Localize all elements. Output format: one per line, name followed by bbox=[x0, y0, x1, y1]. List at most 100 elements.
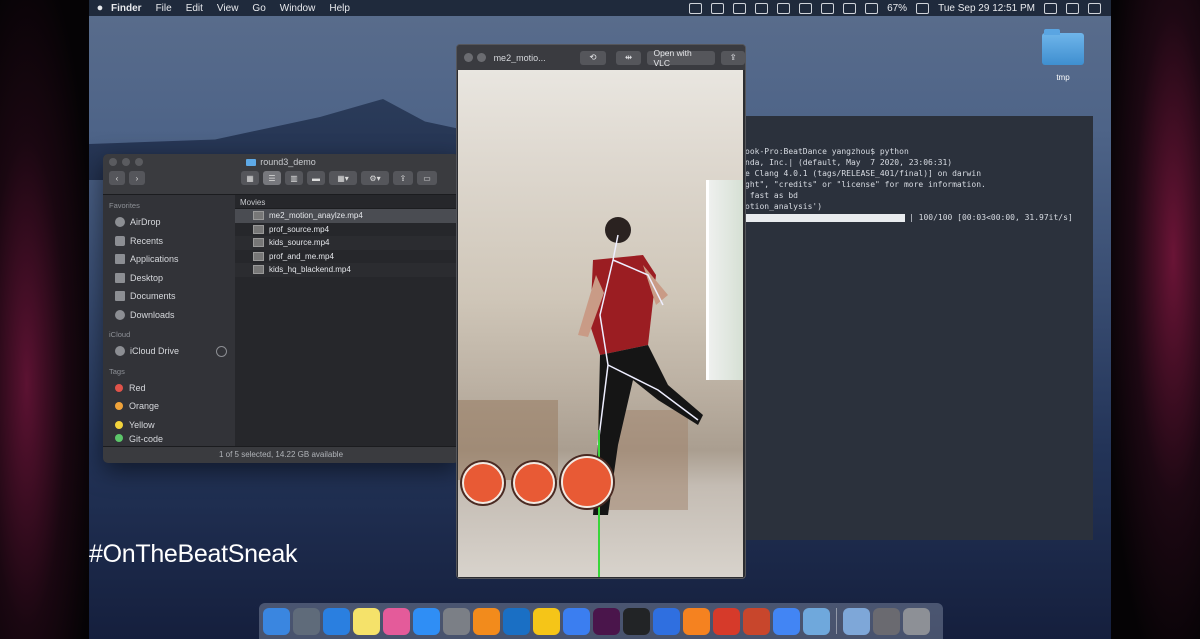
menu-finder[interactable]: Finder bbox=[111, 3, 142, 14]
sidebar-item-icloud-drive[interactable]: iCloud Drive bbox=[103, 342, 235, 361]
sidebar-item-recents[interactable]: Recents bbox=[103, 232, 235, 251]
notification-center-icon[interactable] bbox=[1088, 2, 1101, 14]
terminal-line: otion_analysis') bbox=[745, 202, 823, 211]
terminal-line: nda, Inc.| (default, May 7 2020, 23:06:3… bbox=[745, 158, 953, 167]
sidebar-item-applications[interactable]: Applications bbox=[103, 250, 235, 269]
file-row[interactable]: kids_source.mp4 bbox=[235, 236, 459, 250]
share-icon[interactable]: ⇪ bbox=[721, 50, 745, 65]
gallery-view-button[interactable]: ▬ bbox=[307, 171, 325, 185]
action-gear-icon[interactable]: ⚙▾ bbox=[361, 171, 389, 185]
slack-icon[interactable] bbox=[593, 607, 620, 635]
launchpad-icon[interactable] bbox=[293, 607, 320, 635]
sidebar-header-favorites: Favorites bbox=[109, 201, 140, 210]
finder-title: round3_demo bbox=[103, 157, 459, 167]
file-row[interactable]: me2_motion_anaylze.mp4 bbox=[235, 209, 459, 223]
pen-icon[interactable] bbox=[563, 607, 590, 635]
screen-record-icon[interactable] bbox=[689, 2, 703, 14]
preview-icon[interactable] bbox=[843, 607, 870, 635]
screenshot-icon[interactable] bbox=[873, 607, 900, 635]
sidebar-item-documents[interactable]: Documents bbox=[103, 287, 235, 306]
keyboard-icon[interactable] bbox=[799, 2, 813, 14]
file-name: prof_source.mp4 bbox=[269, 224, 330, 234]
sidebar-header-icloud: iCloud bbox=[109, 330, 131, 339]
photos-icon[interactable] bbox=[383, 607, 410, 635]
app-store-icon[interactable] bbox=[413, 607, 440, 635]
vlc-icon[interactable] bbox=[683, 607, 710, 635]
sidebar-tag-git-code[interactable]: Git-code bbox=[103, 434, 235, 444]
file-row[interactable]: prof_source.mp4 bbox=[235, 223, 459, 237]
sidebar-item-label: Downloads bbox=[130, 309, 175, 320]
sidebar-tag-yellow[interactable]: Yellow bbox=[103, 416, 235, 435]
system-preferences-icon[interactable] bbox=[443, 607, 470, 635]
rotate-icon[interactable]: ⟲ bbox=[580, 50, 606, 65]
menu-go[interactable]: Go bbox=[252, 3, 265, 14]
battery-percent[interactable]: 67% bbox=[887, 3, 907, 14]
flag-icon[interactable] bbox=[821, 2, 835, 14]
group-by-button[interactable]: ▦▾ bbox=[329, 171, 357, 185]
fullscreen-icon[interactable] bbox=[476, 53, 486, 62]
sidebar-tag-orange[interactable]: Orange bbox=[103, 397, 235, 416]
quicklook-window[interactable]: me2_motio... ⟲ ⇹ Open with VLC ⇪ bbox=[456, 44, 746, 579]
tag-icon[interactable]: ▭ bbox=[417, 171, 437, 185]
trash-icon[interactable] bbox=[903, 607, 930, 635]
video-frame[interactable] bbox=[458, 70, 743, 577]
terminal-window[interactable]: ook-Pro:BeatDance yangzhou$ python nda, … bbox=[739, 116, 1093, 540]
sidebar-tag-red[interactable]: Red bbox=[103, 379, 235, 398]
outlook-icon[interactable] bbox=[503, 607, 530, 635]
volume-icon[interactable] bbox=[865, 2, 879, 14]
sidebar-item-airdrop[interactable]: AirDrop bbox=[103, 213, 235, 232]
finder-window[interactable]: round3_demo ‹ › ▦ ☰ ▥ ▬ ▦▾ ⚙▾ ⇪ ▭ Favori… bbox=[103, 154, 459, 463]
dock bbox=[259, 603, 943, 639]
sync-icon[interactable] bbox=[755, 2, 769, 14]
safari-icon[interactable] bbox=[323, 607, 350, 635]
notes-icon[interactable] bbox=[353, 607, 380, 635]
open-with-vlc-button[interactable]: Open with VLC bbox=[647, 48, 716, 68]
acrobat-icon[interactable] bbox=[713, 607, 740, 635]
file-merge-icon[interactable] bbox=[803, 607, 830, 635]
sidebar-item-desktop[interactable]: Desktop bbox=[103, 269, 235, 288]
powerpoint-icon[interactable] bbox=[743, 607, 770, 635]
menu-file[interactable]: File bbox=[156, 3, 172, 14]
terminal-icon[interactable] bbox=[623, 607, 650, 635]
time-machine-icon[interactable] bbox=[777, 2, 791, 14]
icon-view-button[interactable]: ▦ bbox=[241, 171, 259, 185]
vlc-tray-icon[interactable] bbox=[733, 2, 747, 14]
siri-icon[interactable] bbox=[1066, 2, 1079, 14]
column-view-button[interactable]: ▥ bbox=[285, 171, 303, 185]
folder-icon bbox=[246, 159, 257, 167]
trim-icon[interactable]: ⇹ bbox=[615, 50, 642, 65]
cloud-icon[interactable] bbox=[711, 2, 725, 14]
chrome-icon[interactable] bbox=[773, 607, 800, 635]
progress-line: | 100/100 [00:03<00:00, 31.97it/s] bbox=[745, 212, 1093, 223]
column-header-movies[interactable]: Movies bbox=[235, 195, 459, 209]
todo-icon[interactable] bbox=[653, 607, 680, 635]
menu-edit[interactable]: Edit bbox=[186, 3, 203, 14]
desktop-folder-tmp[interactable]: tmp bbox=[1042, 29, 1084, 82]
menu-window[interactable]: Window bbox=[280, 3, 316, 14]
sublime-icon[interactable] bbox=[473, 607, 500, 635]
file-row[interactable]: kids_hq_blackend.mp4 bbox=[235, 263, 459, 277]
beat-circle-active bbox=[561, 456, 613, 508]
sidebar-item-downloads[interactable]: Downloads bbox=[103, 306, 235, 325]
list-view-button[interactable]: ☰ bbox=[263, 171, 281, 185]
desktop-icon bbox=[115, 272, 125, 283]
search-icon[interactable] bbox=[1044, 2, 1057, 14]
finder-icon[interactable] bbox=[263, 607, 290, 635]
clock[interactable]: Tue Sep 29 12:51 PM bbox=[938, 3, 1035, 14]
wifi-icon[interactable] bbox=[843, 2, 857, 14]
apple-menu-icon[interactable]: ● bbox=[89, 2, 111, 14]
cyberduck-icon[interactable] bbox=[533, 607, 560, 635]
sidebar-item-label: Recents bbox=[130, 235, 164, 246]
finder-titlebar[interactable]: round3_demo ‹ › ▦ ☰ ▥ ▬ ▦▾ ⚙▾ ⇪ ▭ bbox=[103, 154, 459, 195]
terminal-line: ght", "credits" or "license" for more in… bbox=[745, 180, 986, 189]
back-button[interactable]: ‹ bbox=[109, 171, 125, 185]
close-icon[interactable] bbox=[464, 53, 473, 62]
share-icon[interactable]: ⇪ bbox=[393, 171, 413, 185]
documents-icon bbox=[115, 291, 125, 302]
menu-help[interactable]: Help bbox=[329, 3, 350, 14]
forward-button[interactable]: › bbox=[129, 171, 145, 185]
file-row[interactable]: prof_and_me.mp4 bbox=[235, 250, 459, 264]
battery-icon[interactable] bbox=[916, 2, 930, 14]
menu-view[interactable]: View bbox=[217, 3, 239, 14]
folder-icon bbox=[1042, 29, 1084, 65]
